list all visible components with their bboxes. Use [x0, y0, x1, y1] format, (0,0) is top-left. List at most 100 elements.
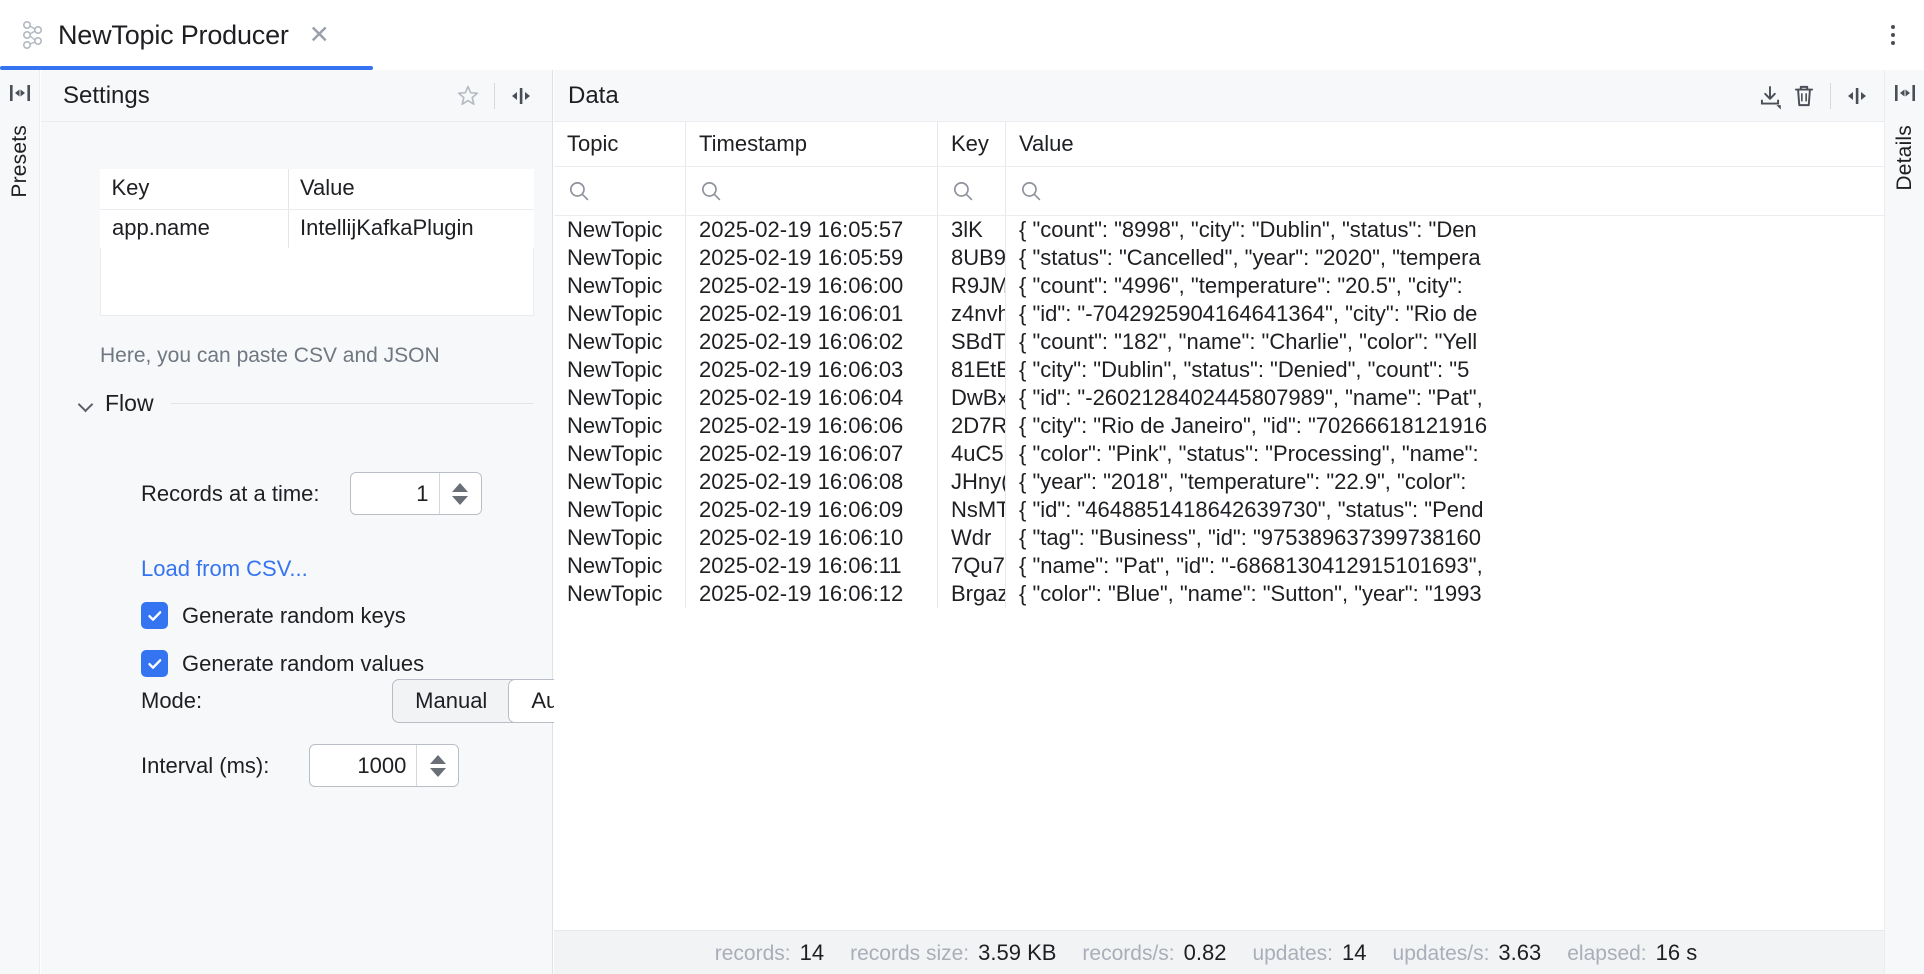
- cell-key[interactable]: JHny(: [938, 468, 1006, 496]
- cell-value[interactable]: { "count": "182", "name": "Charlie", "co…: [1006, 328, 1884, 356]
- checkbox-checked-icon[interactable]: [141, 650, 168, 677]
- cell-timestamp[interactable]: 2025-02-19 16:06:01: [686, 300, 938, 328]
- cell-value[interactable]: { "tag": "Business", "id": "975389637399…: [1006, 524, 1884, 552]
- cell-timestamp[interactable]: 2025-02-19 16:05:59: [686, 244, 938, 272]
- records-at-a-time-input[interactable]: [351, 473, 439, 514]
- tab-newtopic-producer[interactable]: NewTopic Producer ✕: [0, 0, 373, 70]
- expand-horizontal-icon[interactable]: [7, 80, 33, 111]
- filter-key[interactable]: [938, 167, 1006, 215]
- cell-value[interactable]: { "id": "-7042925904164641364", "city": …: [1006, 300, 1884, 328]
- cell-value[interactable]: { "count": "8998", "city": "Dublin", "st…: [1006, 216, 1884, 244]
- cell-value[interactable]: { "id": "-2602128402445807989", "name": …: [1006, 384, 1884, 412]
- checkbox-checked-icon[interactable]: [141, 602, 168, 629]
- cell-key[interactable]: 8UB9: [938, 244, 1006, 272]
- cell-timestamp[interactable]: 2025-02-19 16:06:07: [686, 440, 938, 468]
- stepper-down-icon[interactable]: [452, 496, 468, 505]
- column-header-value[interactable]: Value: [289, 169, 535, 210]
- cell-key[interactable]: z4nvh: [938, 300, 1006, 328]
- table-row[interactable]: NewTopic2025-02-19 16:06:02SBdT({ "count…: [554, 328, 1884, 356]
- cell-value[interactable]: { "color": "Pink", "status": "Processing…: [1006, 440, 1884, 468]
- close-icon[interactable]: ✕: [309, 23, 330, 48]
- table-row[interactable]: NewTopic2025-02-19 16:06:00R9JM{ "count"…: [554, 272, 1884, 300]
- cell-timestamp[interactable]: 2025-02-19 16:06:06: [686, 412, 938, 440]
- table-row[interactable]: NewTopic2025-02-19 16:06:04DwBx{ "id": "…: [554, 384, 1884, 412]
- table-row[interactable]: NewTopic2025-02-19 16:05:573lK{ "count":…: [554, 216, 1884, 244]
- interval-stepper[interactable]: [309, 744, 459, 787]
- column-header-key[interactable]: Key: [938, 122, 1006, 166]
- expand-horizontal-icon[interactable]: [1892, 80, 1918, 111]
- filter-value[interactable]: [1006, 167, 1884, 215]
- cell-key[interactable]: 7Qu7(: [938, 552, 1006, 580]
- properties-empty-area[interactable]: [100, 248, 534, 316]
- sidebar-item-details[interactable]: Details: [1893, 125, 1917, 191]
- cell-timestamp[interactable]: 2025-02-19 16:06:08: [686, 468, 938, 496]
- stepper-down-icon[interactable]: [430, 768, 446, 777]
- filter-timestamp[interactable]: [686, 167, 938, 215]
- cell-topic[interactable]: NewTopic: [554, 384, 686, 412]
- table-row[interactable]: NewTopic2025-02-19 16:06:08JHny({ "year"…: [554, 468, 1884, 496]
- generate-random-keys-checkbox[interactable]: Generate random keys: [141, 602, 406, 629]
- sidebar-item-presets[interactable]: Presets: [8, 125, 32, 198]
- cell-key[interactable]: NsMT: [938, 496, 1006, 524]
- cell-timestamp[interactable]: 2025-02-19 16:06:00: [686, 272, 938, 300]
- column-header-key[interactable]: Key: [101, 169, 289, 210]
- stepper-buttons[interactable]: [439, 473, 481, 514]
- cell-timestamp[interactable]: 2025-02-19 16:06:09: [686, 496, 938, 524]
- stepper-buttons[interactable]: [416, 745, 458, 786]
- cell-value[interactable]: { "year": "2018", "temperature": "22.9",…: [1006, 468, 1884, 496]
- table-row[interactable]: NewTopic2025-02-19 16:06:062D7Rl{ "city"…: [554, 412, 1884, 440]
- cell-topic[interactable]: NewTopic: [554, 412, 686, 440]
- cell-value[interactable]: { "id": "4648851418642639730", "status":…: [1006, 496, 1884, 524]
- cell-timestamp[interactable]: 2025-02-19 16:06:03: [686, 356, 938, 384]
- chevron-down-icon[interactable]: [78, 396, 94, 412]
- cell-topic[interactable]: NewTopic: [554, 272, 686, 300]
- cell-key[interactable]: DwBx: [938, 384, 1006, 412]
- table-row[interactable]: NewTopic2025-02-19 16:06:0381EtE{ "city"…: [554, 356, 1884, 384]
- cell-topic[interactable]: NewTopic: [554, 328, 686, 356]
- cell-topic[interactable]: NewTopic: [554, 524, 686, 552]
- load-from-csv-link[interactable]: Load from CSV...: [141, 556, 308, 582]
- trash-icon[interactable]: [1787, 79, 1821, 113]
- cell-timestamp[interactable]: 2025-02-19 16:06:04: [686, 384, 938, 412]
- column-header-topic[interactable]: Topic: [554, 122, 686, 166]
- cell-key[interactable]: 2D7Rl: [938, 412, 1006, 440]
- stepper-up-icon[interactable]: [452, 483, 468, 492]
- cell-topic[interactable]: NewTopic: [554, 440, 686, 468]
- property-key-cell[interactable]: app.name: [101, 210, 289, 249]
- table-row[interactable]: NewTopic2025-02-19 16:06:12Brgaz{ "color…: [554, 580, 1884, 608]
- cell-timestamp[interactable]: 2025-02-19 16:06:10: [686, 524, 938, 552]
- column-header-timestamp[interactable]: Timestamp: [686, 122, 938, 166]
- column-header-value[interactable]: Value: [1006, 122, 1884, 166]
- cell-key[interactable]: Wdr: [938, 524, 1006, 552]
- stepper-up-icon[interactable]: [430, 755, 446, 764]
- table-row[interactable]: NewTopic2025-02-19 16:06:10Wdr{ "tag": "…: [554, 524, 1884, 552]
- table-row[interactable]: app.name IntellijKafkaPlugin: [101, 210, 535, 249]
- mode-option-manual[interactable]: Manual: [393, 680, 509, 722]
- table-row[interactable]: NewTopic2025-02-19 16:06:117Qu7({ "name"…: [554, 552, 1884, 580]
- cell-topic[interactable]: NewTopic: [554, 244, 686, 272]
- cell-value[interactable]: { "count": "4996", "temperature": "20.5"…: [1006, 272, 1884, 300]
- cell-topic[interactable]: NewTopic: [554, 468, 686, 496]
- download-export-icon[interactable]: [1753, 79, 1787, 113]
- flow-section-header[interactable]: Flow: [78, 390, 534, 417]
- cell-key[interactable]: R9JM: [938, 272, 1006, 300]
- records-at-a-time-stepper[interactable]: [350, 472, 482, 515]
- cell-topic[interactable]: NewTopic: [554, 216, 686, 244]
- cell-key[interactable]: SBdT(: [938, 328, 1006, 356]
- cell-topic[interactable]: NewTopic: [554, 496, 686, 524]
- cell-timestamp[interactable]: 2025-02-19 16:06:11: [686, 552, 938, 580]
- cell-value[interactable]: { "status": "Cancelled", "year": "2020",…: [1006, 244, 1884, 272]
- table-row[interactable]: NewTopic2025-02-19 16:06:01z4nvh{ "id": …: [554, 300, 1884, 328]
- cell-value[interactable]: { "city": "Dublin", "status": "Denied", …: [1006, 356, 1884, 384]
- table-row[interactable]: NewTopic2025-02-19 16:05:598UB9{ "status…: [554, 244, 1884, 272]
- cell-topic[interactable]: NewTopic: [554, 552, 686, 580]
- cell-value[interactable]: { "city": "Rio de Janeiro", "id": "70266…: [1006, 412, 1884, 440]
- filter-topic[interactable]: [554, 167, 686, 215]
- cell-key[interactable]: 3lK: [938, 216, 1006, 244]
- cell-key[interactable]: Brgaz: [938, 580, 1006, 608]
- cell-timestamp[interactable]: 2025-02-19 16:06:02: [686, 328, 938, 356]
- more-options-icon[interactable]: [1880, 16, 1906, 54]
- star-icon[interactable]: [451, 79, 485, 113]
- interval-input[interactable]: [310, 745, 416, 786]
- collapse-horizontal-icon[interactable]: [1840, 79, 1874, 113]
